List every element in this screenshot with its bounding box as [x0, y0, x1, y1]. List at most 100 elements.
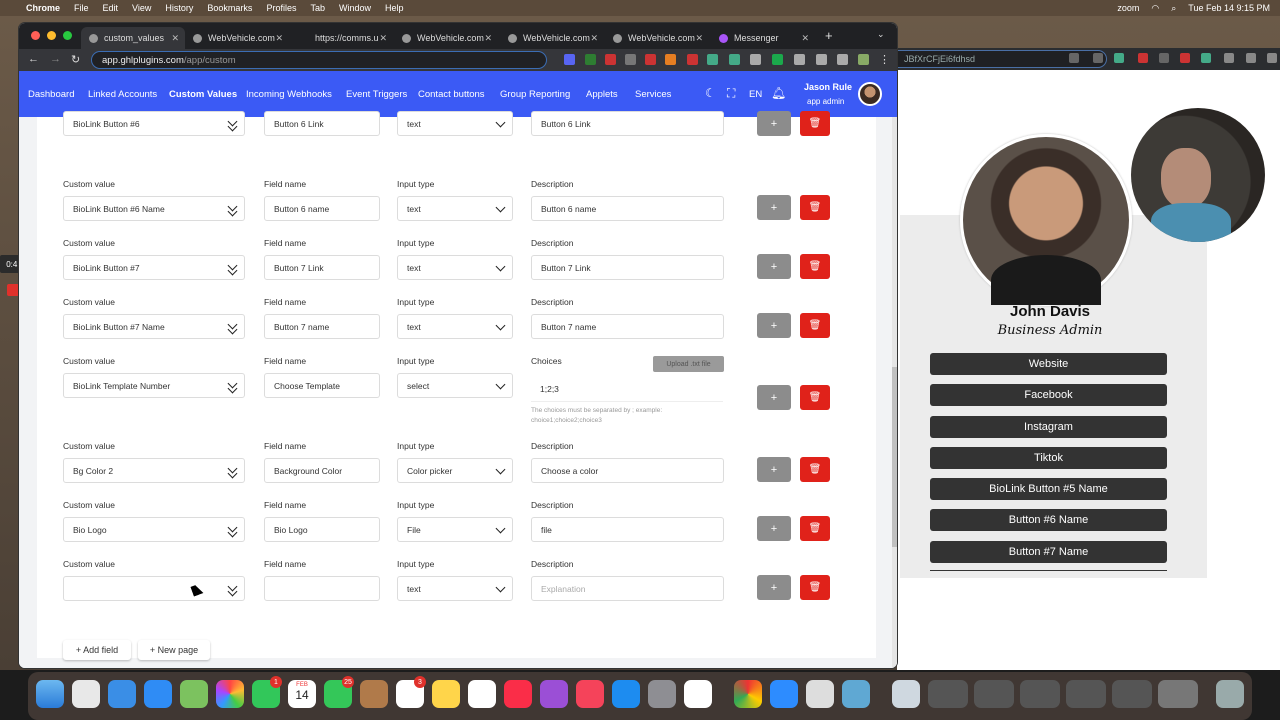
profile-link-button[interactable]: Instagram — [930, 415, 1167, 438]
maps-icon[interactable] — [180, 680, 208, 708]
menu-help[interactable]: Help — [385, 3, 404, 13]
zoom-window-button[interactable] — [63, 31, 72, 40]
add-row-button[interactable]: + — [757, 254, 791, 279]
extension-icon[interactable] — [605, 54, 616, 65]
close-window-button[interactable] — [31, 31, 40, 40]
profile-link-button[interactable]: BioLink Button #5 Name — [930, 478, 1167, 501]
zoom-app-icon[interactable] — [770, 680, 798, 708]
custom-value-select[interactable] — [63, 576, 245, 601]
custom-value-select[interactable]: BioLink Button #7 — [63, 255, 245, 280]
field-name-input[interactable] — [264, 576, 380, 601]
mail-icon[interactable] — [108, 680, 136, 708]
sidebar-icon[interactable] — [837, 54, 848, 65]
launchpad-icon[interactable] — [72, 680, 100, 708]
tab-webvehicle[interactable]: WebVehicle.com ✕ — [394, 27, 498, 49]
nav-event-triggers[interactable]: Event Triggers — [346, 89, 407, 100]
nav-group-reporting[interactable]: Group Reporting — [500, 89, 570, 100]
extension-icon[interactable] — [645, 54, 656, 65]
delete-row-button[interactable]: 🗑︎ — [800, 254, 830, 279]
finder-icon[interactable] — [36, 680, 64, 708]
music-icon[interactable] — [504, 680, 532, 708]
field-name-input[interactable]: Button 7 Link — [264, 255, 380, 280]
delete-row-button[interactable]: 🗑︎ — [800, 457, 830, 482]
extension-icon[interactable] — [687, 54, 698, 65]
puzzle-icon[interactable] — [816, 54, 827, 65]
profile-link-button[interactable]: Button #6 Name — [930, 509, 1167, 532]
menu-icon[interactable] — [1267, 53, 1277, 63]
slack-icon[interactable] — [684, 680, 712, 708]
add-row-button[interactable]: + — [757, 457, 791, 482]
forward-icon[interactable]: → — [50, 53, 61, 65]
description-input[interactable]: Button 6 Link — [531, 111, 724, 136]
search-icon[interactable]: ⌕ — [1171, 3, 1176, 14]
input-type-select[interactable]: text — [397, 576, 513, 601]
extension-icon[interactable] — [1180, 53, 1190, 63]
input-type-select[interactable]: text — [397, 196, 513, 221]
field-name-input[interactable]: Background Color — [264, 458, 380, 483]
add-row-button[interactable]: + — [757, 516, 791, 541]
choices-input[interactable]: 1;2;3 — [531, 377, 723, 402]
photos-icon[interactable] — [216, 680, 244, 708]
close-tab-icon[interactable]: ✕ — [275, 33, 283, 44]
close-tab-icon[interactable]: ✕ — [171, 33, 179, 44]
custom-value-select[interactable]: BioLink Template Number — [63, 373, 245, 398]
menu-window[interactable]: Window — [339, 3, 371, 13]
custom-value-select[interactable]: BioLink Button #6 Name — [63, 196, 245, 221]
notes-icon[interactable] — [432, 680, 460, 708]
nav-dashboard[interactable]: Dashboard — [28, 89, 74, 100]
zoom-page-icon[interactable] — [1069, 53, 1079, 63]
contacts-icon[interactable] — [360, 680, 388, 708]
field-name-input[interactable]: Button 7 name — [264, 314, 380, 339]
calendar-icon[interactable]: FEB 14 — [288, 680, 316, 708]
extension-icon[interactable] — [1201, 53, 1211, 63]
description-input[interactable]: Explanation — [531, 576, 724, 601]
news-icon[interactable] — [576, 680, 604, 708]
puzzle-icon[interactable] — [1224, 53, 1234, 63]
add-row-button[interactable]: + — [757, 385, 791, 410]
delete-row-button[interactable]: 🗑︎ — [800, 385, 830, 410]
custom-value-select[interactable]: BioLink Button #6 — [63, 111, 245, 136]
menu-file[interactable]: File — [74, 3, 89, 13]
window-thumbnail[interactable] — [1112, 680, 1152, 708]
description-input[interactable]: Button 6 name — [531, 196, 724, 221]
podcasts-icon[interactable] — [540, 680, 568, 708]
scrollbar-thumb[interactable] — [892, 367, 897, 547]
tab-custom-values[interactable]: custom_values ✕ — [81, 27, 185, 49]
preview-icon[interactable] — [842, 680, 870, 708]
delete-row-button[interactable]: 🗑︎ — [800, 111, 830, 136]
menu-bookmarks[interactable]: Bookmarks — [207, 3, 252, 13]
sidebar-icon[interactable] — [1246, 53, 1256, 63]
tab-webvehicle[interactable]: WebVehicle.com ✕ — [185, 27, 289, 49]
page-scrollbar[interactable] — [892, 117, 897, 668]
menu-edit[interactable]: Edit — [103, 3, 119, 13]
custom-value-select[interactable]: Bg Color 2 — [63, 458, 245, 483]
record-stop-icon[interactable] — [7, 284, 19, 296]
menu-icon[interactable]: ⋮ — [879, 53, 890, 66]
input-type-select[interactable]: text — [397, 314, 513, 339]
trash-icon[interactable] — [1216, 680, 1244, 708]
webcam-overlay[interactable] — [1131, 108, 1265, 242]
close-tab-icon[interactable]: ✕ — [590, 33, 598, 44]
language-selector[interactable]: EN — [749, 89, 762, 100]
delete-row-button[interactable]: 🗑︎ — [800, 516, 830, 541]
textedit-icon[interactable] — [806, 680, 834, 708]
close-tab-icon[interactable]: ✕ — [801, 33, 809, 44]
minimize-window-button[interactable] — [47, 31, 56, 40]
add-row-button[interactable]: + — [757, 195, 791, 220]
chrome-icon[interactable] — [734, 680, 762, 708]
reload-icon[interactable]: ↻ — [71, 53, 80, 66]
extension-icon[interactable] — [1114, 53, 1124, 63]
fullscreen-icon[interactable]: ⛶ — [727, 86, 735, 101]
extension-icon[interactable] — [1159, 53, 1169, 63]
delete-row-button[interactable]: 🗑︎ — [800, 195, 830, 220]
tab-comms[interactable]: https://comms.u ✕ — [289, 27, 393, 49]
field-name-input[interactable]: Button 6 Link — [264, 111, 380, 136]
menu-history[interactable]: History — [165, 3, 193, 13]
dark-mode-icon[interactable]: ☾ — [705, 86, 716, 100]
input-type-select[interactable]: select — [397, 373, 513, 398]
input-type-select[interactable]: File — [397, 517, 513, 542]
menu-view[interactable]: View — [132, 3, 151, 13]
profile-icon[interactable] — [858, 54, 869, 65]
upload-txt-button[interactable]: Upload .txt file — [653, 356, 724, 372]
menu-tab[interactable]: Tab — [310, 3, 325, 13]
